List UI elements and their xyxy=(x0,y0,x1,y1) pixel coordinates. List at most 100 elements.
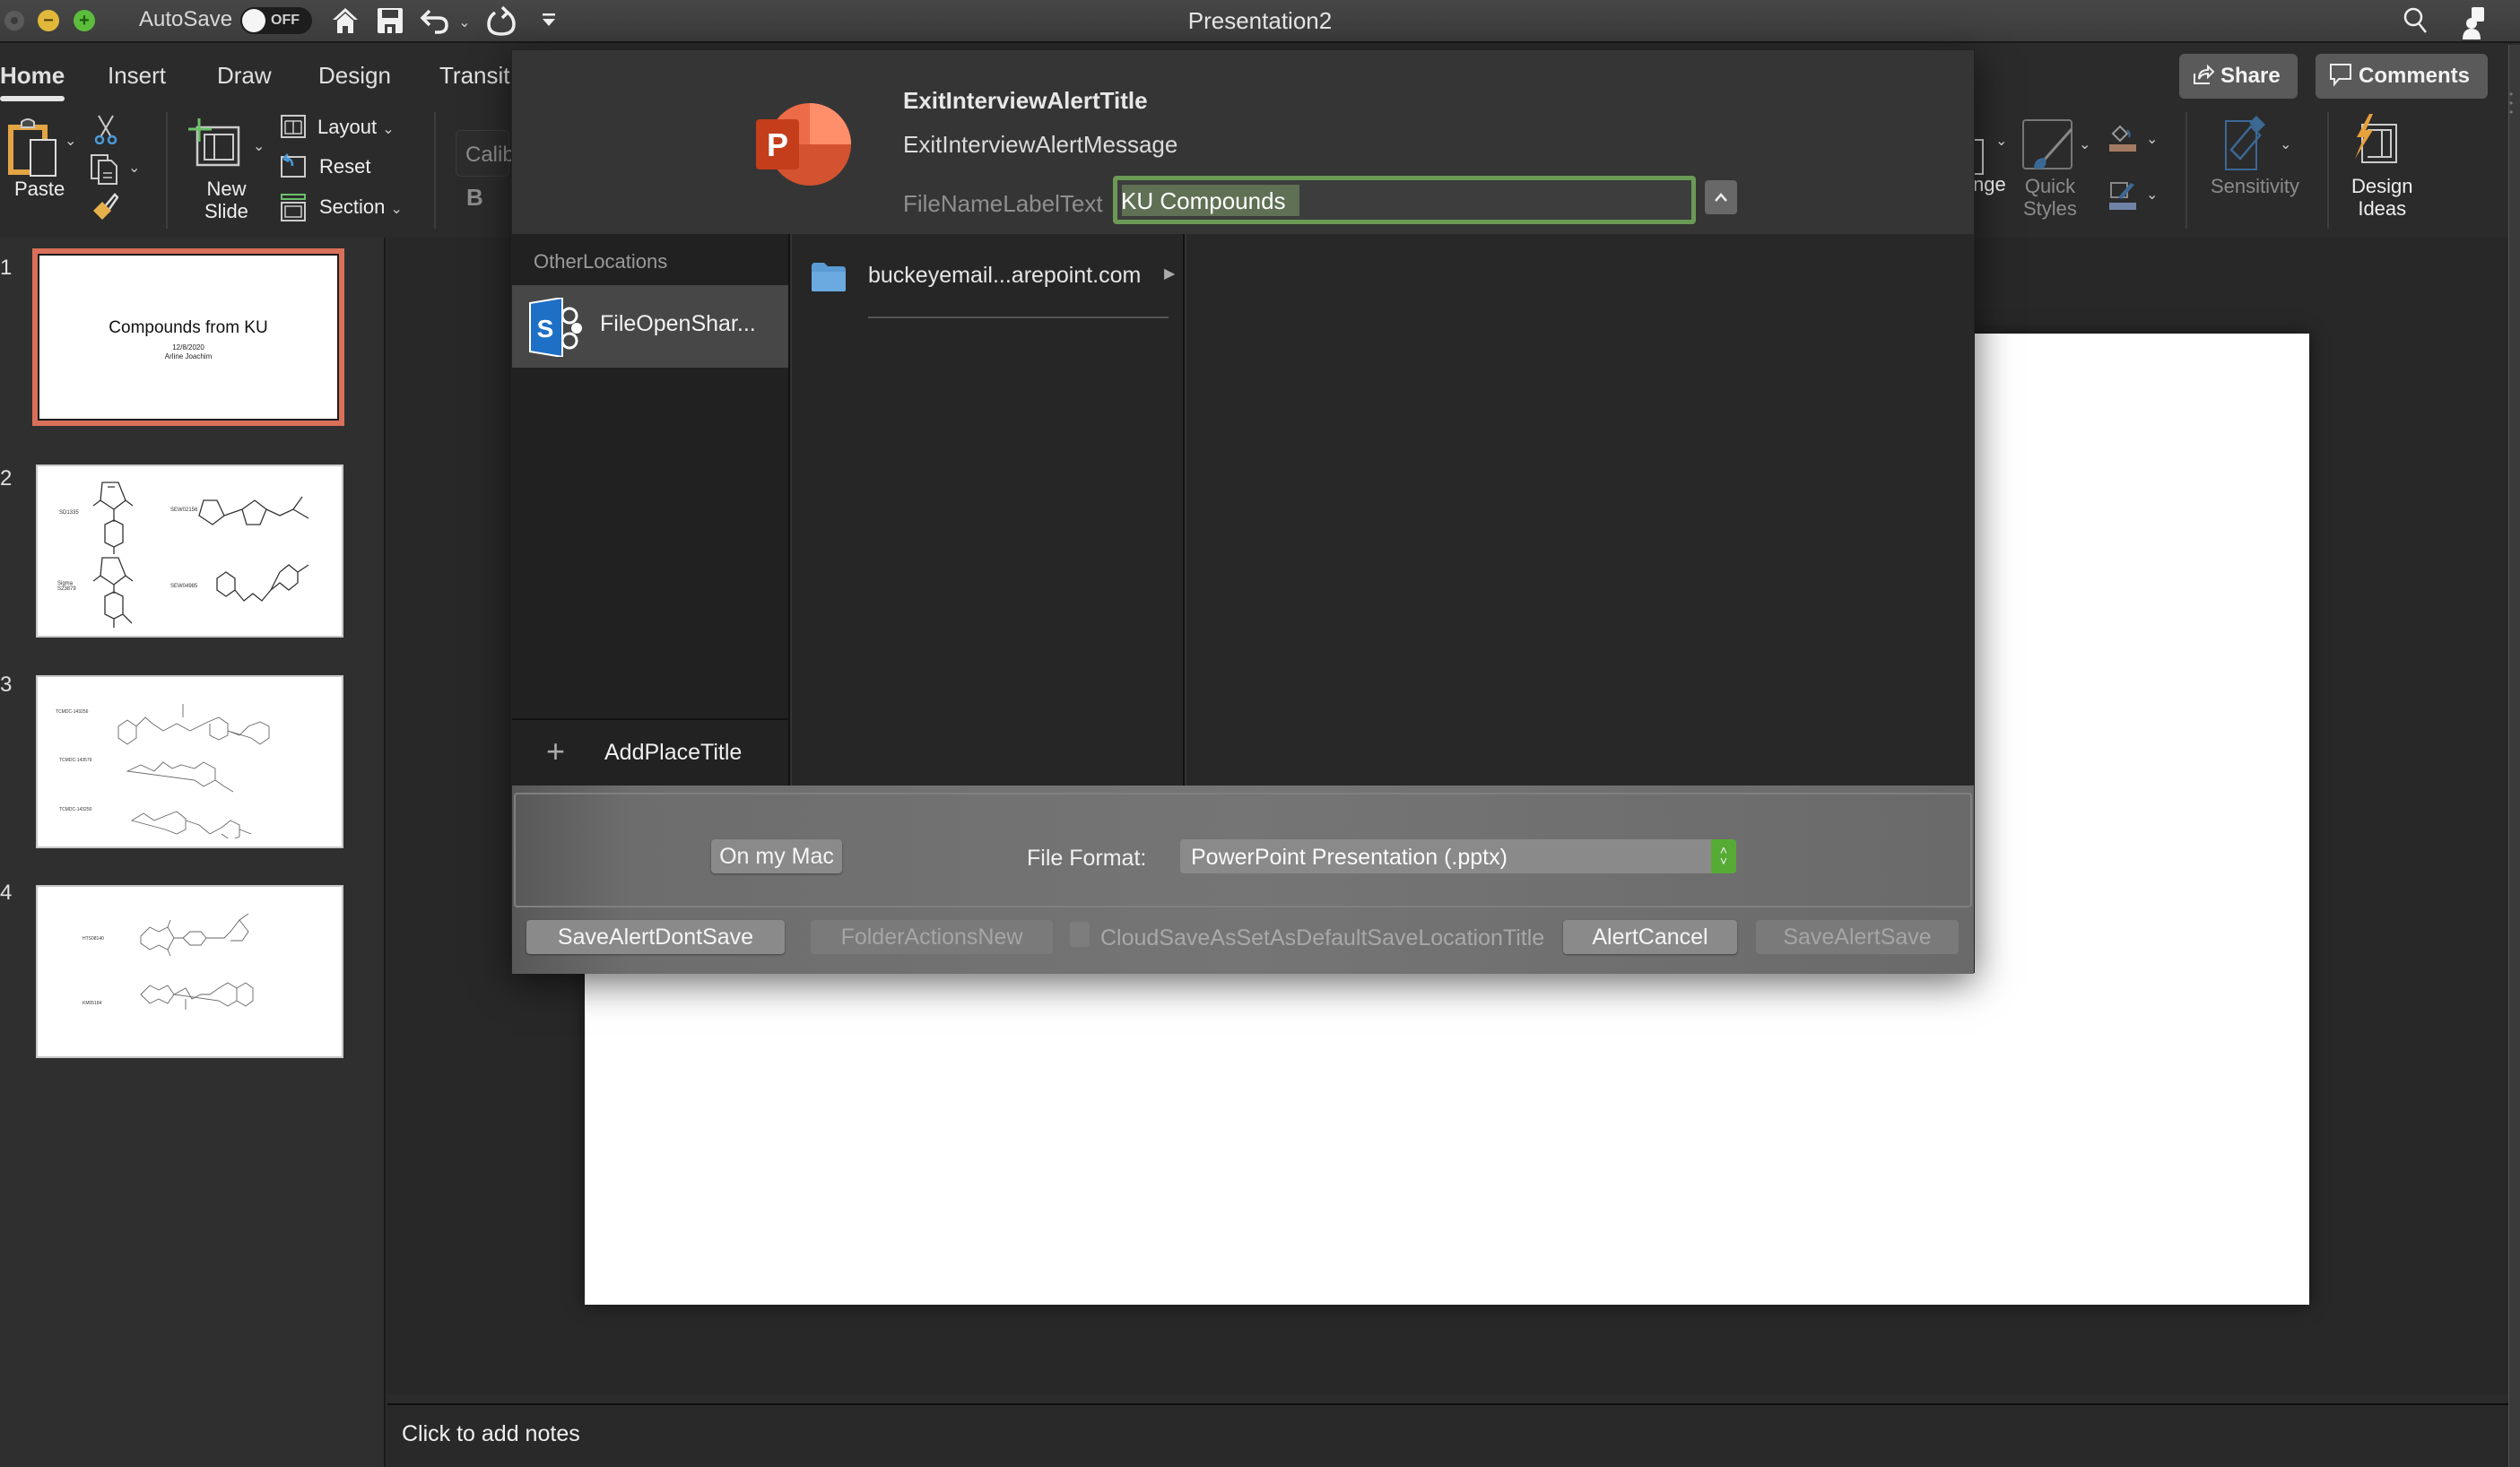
arrange-chevron-icon[interactable]: ⌄ xyxy=(1995,132,2007,150)
slide-thumbnail-2[interactable]: SD1335 SEW02156 Sigma S23879 SEW04985 xyxy=(36,464,343,638)
design-ideas-button[interactable]: Design Ideas xyxy=(2351,175,2412,220)
ribbon-separator xyxy=(166,112,168,229)
fullscreen-window-button[interactable]: + xyxy=(74,10,95,31)
file-format-label: File Format: xyxy=(1027,846,1147,871)
share-label: Share xyxy=(2220,64,2281,88)
copy-dropdown-chevron-icon[interactable]: ⌄ xyxy=(128,159,140,177)
copy-icon[interactable] xyxy=(90,153,118,191)
tab-draw[interactable]: Draw xyxy=(217,62,272,90)
new-slide-icon[interactable] xyxy=(187,117,242,174)
close-window-button[interactable] xyxy=(4,10,25,31)
file-format-value: PowerPoint Presentation (.pptx) xyxy=(1191,845,1508,870)
format-painter-icon[interactable] xyxy=(90,193,119,229)
title-bar: − + AutoSave OFF ⌄ Presentation2 xyxy=(0,0,2520,43)
sensitivity-chevron-icon[interactable]: ⌄ xyxy=(2280,135,2291,153)
format-options-panel: On my Mac File Format: PowerPoint Presen… xyxy=(514,793,1972,907)
tab-transitions[interactable]: Transit xyxy=(439,62,510,90)
vertical-scrollbar[interactable] xyxy=(2508,45,2520,1467)
quick-styles-button[interactable]: Quick Styles xyxy=(2023,175,2077,220)
minimize-window-button[interactable]: − xyxy=(38,10,59,31)
paste-dropdown-chevron-icon[interactable]: ⌄ xyxy=(65,132,76,150)
dialog-message: ExitInterviewAlertMessage xyxy=(903,131,1178,158)
tab-insert[interactable]: Insert xyxy=(108,62,166,90)
comments-button[interactable]: Comments xyxy=(2316,54,2488,99)
layout-chevron-icon: ⌄ xyxy=(382,122,395,137)
collapse-dialog-button[interactable] xyxy=(1705,180,1737,214)
shape-fill-chevron-icon[interactable]: ⌄ xyxy=(2146,130,2158,148)
quick-styles-label-1: Quick xyxy=(2024,175,2076,197)
search-icon[interactable] xyxy=(2400,5,2432,38)
font-name-input[interactable]: Calib xyxy=(456,130,515,177)
compound-label: HTS08140 xyxy=(83,936,104,942)
dialog-title: ExitInterviewAlertTitle xyxy=(903,87,1148,114)
quick-styles-chevron-icon[interactable]: ⌄ xyxy=(2079,135,2090,153)
filename-input[interactable] xyxy=(1121,184,1686,218)
arrange-label: nge xyxy=(1973,173,2006,195)
svg-text:S: S xyxy=(537,315,554,343)
layout-button[interactable]: Layout ⌄ xyxy=(317,116,395,139)
layout-label: Layout xyxy=(317,116,378,138)
shape-outline-icon[interactable] xyxy=(2109,179,2136,215)
cut-icon[interactable] xyxy=(93,114,118,150)
sensitivity-button[interactable]: Sensitivity xyxy=(2211,175,2299,198)
comments-label: Comments xyxy=(2359,64,2471,88)
file-format-select[interactable]: PowerPoint Presentation (.pptx) ˄ ˅ xyxy=(1180,839,1736,873)
shape-fill-icon[interactable] xyxy=(2109,123,2136,159)
slide-thumbnails-pane[interactable]: 1 Compounds from KU 12/8/2020 Arline Joa… xyxy=(0,238,386,1467)
notes-placeholder[interactable]: Click to add notes xyxy=(402,1421,580,1447)
powerpoint-logo-icon: P xyxy=(756,103,851,186)
slide-author: Arline Joachim xyxy=(164,352,213,360)
new-slide-dropdown-chevron-icon[interactable]: ⌄ xyxy=(253,137,265,155)
chevron-up-icon xyxy=(1715,193,1727,202)
dont-save-button[interactable]: SaveAlertDontSave xyxy=(526,920,785,954)
customize-toolbar-icon[interactable] xyxy=(538,5,560,38)
new-folder-button[interactable]: FolderActionsNew xyxy=(811,920,1053,954)
quick-styles-label-2: Styles xyxy=(2023,197,2077,220)
slide-thumbnail-4[interactable]: HTS08140 KM05184 xyxy=(36,885,343,1058)
slide-thumbnail-1[interactable]: Compounds from KU 12/8/2020 Arline Joach… xyxy=(32,248,344,426)
ribbon-separator xyxy=(2185,112,2187,229)
plus-icon: + xyxy=(546,733,566,769)
select-arrows-icon: ˄ ˅ xyxy=(1711,839,1736,873)
redo-icon[interactable] xyxy=(485,5,517,38)
account-icon[interactable] xyxy=(2457,5,2490,39)
save-button[interactable]: SaveAlertSave xyxy=(1756,920,1959,954)
slide-date: 12/8/2020 xyxy=(172,343,204,352)
paste-label: Paste xyxy=(14,178,65,200)
save-icon[interactable] xyxy=(375,5,405,38)
tab-home[interactable]: Home xyxy=(0,62,65,90)
autosave-toggle[interactable]: OFF xyxy=(240,7,312,34)
shape-outline-chevron-icon[interactable]: ⌄ xyxy=(2146,186,2158,204)
powerpoint-window: − + AutoSave OFF ⌄ Presentation2 Home In… xyxy=(0,0,2520,1467)
pane-resize-handle-icon[interactable]: • • • xyxy=(2509,89,2516,117)
quick-styles-icon[interactable] xyxy=(2021,118,2075,176)
ribbon-separator xyxy=(434,112,436,229)
home-icon[interactable] xyxy=(329,5,361,38)
sensitivity-icon[interactable] xyxy=(2224,114,2267,177)
set-default-location-label: CloudSaveAsSetAsDefaultSaveLocationTitle xyxy=(1100,925,1545,951)
on-my-mac-button[interactable]: On my Mac xyxy=(711,839,842,873)
undo-icon[interactable] xyxy=(419,5,451,38)
slide-number: 1 xyxy=(0,256,13,280)
paste-icon[interactable] xyxy=(7,117,63,179)
set-default-location-checkbox[interactable] xyxy=(1070,922,1090,947)
location-item-sharepoint[interactable]: S FileOpenShar... xyxy=(512,285,788,368)
cancel-button[interactable]: AlertCancel xyxy=(1563,920,1737,954)
filename-field[interactable] xyxy=(1113,176,1696,224)
undo-dropdown-chevron-icon[interactable]: ⌄ xyxy=(457,7,472,39)
design-ideas-label-1: Design xyxy=(2351,175,2413,197)
bold-button[interactable]: B xyxy=(466,184,483,212)
notes-pane[interactable]: Click to add notes xyxy=(387,1403,2508,1467)
folder-item[interactable]: buckeyemail...arepoint.com ▶ xyxy=(810,252,1177,297)
save-dialog: P ExitInterviewAlertTitle ExitInterviewA… xyxy=(511,49,1975,974)
reset-button[interactable]: Reset xyxy=(319,155,370,178)
active-tab-indicator xyxy=(0,96,65,101)
slide-thumbnail-3[interactable]: TCMDC-143256 TCMDC-143579 TCMDC-143250 xyxy=(36,675,343,848)
tab-design[interactable]: Design xyxy=(318,62,391,90)
new-slide-button[interactable]: New Slide xyxy=(204,178,248,222)
section-button[interactable]: Section ⌄ xyxy=(319,195,403,219)
add-place-button[interactable]: + AddPlaceTitle xyxy=(512,718,788,786)
other-locations-header: OtherLocations xyxy=(534,250,668,273)
share-button[interactable]: Share xyxy=(2179,54,2298,99)
design-ideas-icon[interactable] xyxy=(2350,114,2400,171)
